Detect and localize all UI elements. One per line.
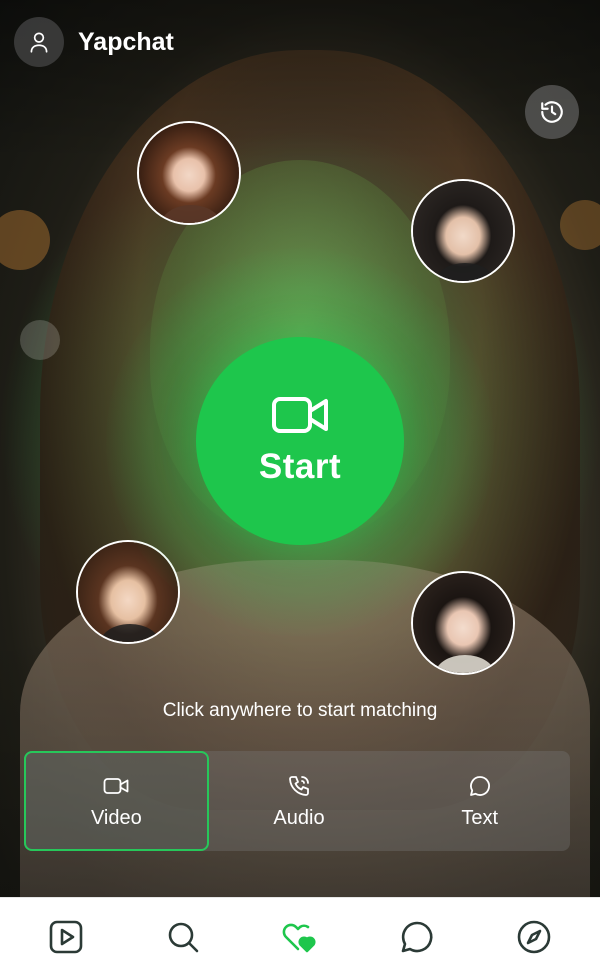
nav-search[interactable] bbox=[153, 907, 213, 967]
header: Yapchat bbox=[14, 16, 174, 68]
compass-icon bbox=[517, 920, 550, 953]
nav-explore[interactable] bbox=[504, 907, 564, 967]
app-title: Yapchat bbox=[78, 27, 174, 56]
suggested-user-avatar[interactable] bbox=[137, 121, 241, 225]
search-icon bbox=[168, 922, 199, 952]
suggested-user-avatar[interactable] bbox=[411, 179, 515, 283]
mode-audio-tab[interactable]: Audio bbox=[209, 751, 390, 851]
bottom-nav bbox=[0, 897, 600, 975]
video-icon bbox=[103, 777, 129, 794]
phone-call-icon bbox=[289, 775, 309, 796]
avatar-photo bbox=[139, 123, 239, 223]
chat-bubble-icon bbox=[469, 775, 490, 796]
video-camera-icon bbox=[272, 397, 328, 433]
mode-text-tab[interactable]: Text bbox=[389, 751, 570, 851]
nav-match[interactable] bbox=[270, 907, 330, 967]
nav-messages[interactable] bbox=[387, 907, 447, 967]
hearts-icon bbox=[282, 923, 316, 952]
chat-bubble-icon bbox=[401, 921, 433, 952]
nav-videos[interactable] bbox=[36, 907, 96, 967]
mode-selector: Video Audio Text bbox=[24, 751, 570, 851]
avatar-photo bbox=[413, 181, 513, 281]
history-icon bbox=[541, 101, 563, 123]
mode-label: Audio bbox=[273, 806, 325, 829]
profile-button[interactable] bbox=[14, 17, 64, 67]
hint-text: Click anywhere to start matching bbox=[162, 700, 438, 721]
play-square-icon bbox=[50, 920, 83, 953]
user-icon bbox=[30, 32, 48, 53]
mode-video-tab[interactable]: Video bbox=[24, 751, 209, 851]
history-button[interactable] bbox=[525, 85, 579, 139]
mode-label: Video bbox=[90, 806, 142, 829]
mode-label: Text bbox=[461, 806, 499, 829]
start-button[interactable]: Start bbox=[196, 337, 404, 545]
avatar-photo bbox=[413, 573, 513, 673]
start-label: Start bbox=[258, 447, 342, 486]
